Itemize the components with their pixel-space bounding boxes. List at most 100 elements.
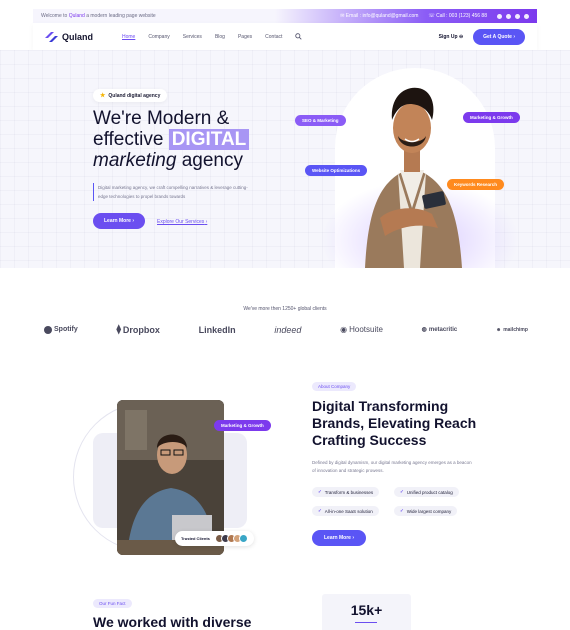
about-description: Defined by digital dynamism, our digital… (312, 460, 472, 473)
hero-badge: ★ Quland digital agency (93, 89, 168, 102)
feature-label: Wide largest company (406, 508, 452, 514)
nav-item-home[interactable]: Home (122, 34, 135, 40)
dropbox-logo: ⧫ Dropbox (116, 324, 159, 335)
client-logos: Spotify ⧫ Dropbox LinkedIn indeed ◉ Hootsu… (44, 324, 528, 335)
metacritic-icon: ◍ (421, 327, 427, 333)
about-title-line2: Brands, Elevating Reach (312, 415, 477, 431)
phone-text: Call : 003 (123) 456 88 (436, 13, 487, 19)
signup-link[interactable]: Sign Up ⊖ (439, 34, 463, 40)
feature-label: Transform & businesses (324, 489, 374, 495)
hero-description: Digital marketing agency, we craft compe… (93, 183, 253, 201)
search-icon[interactable] (295, 33, 302, 40)
website-optimizations-tag: Website Optimizations (305, 165, 368, 176)
twitter-icon[interactable] (506, 13, 511, 19)
hero-learn-more-button[interactable]: Learn More › (93, 213, 146, 229)
spotify-logo: Spotify (44, 325, 78, 334)
feature-label: All-in-one SaaS solution (324, 508, 373, 514)
mailchimp-logo: ☻ mailchimp (496, 327, 528, 333)
indeed-logo: indeed (274, 325, 301, 335)
welcome-brand-link[interactable]: Quland (69, 13, 85, 19)
indeed-text: indeed (274, 324, 302, 335)
linkedin-logo: LinkedIn (199, 325, 236, 335)
mailchimp-icon: ☻ (495, 326, 502, 333)
about-title: Digital Transforming Brands, Elevating R… (312, 398, 476, 449)
phone-contact[interactable]: ☏ Call : 003 (123) 456 88 (428, 13, 487, 19)
about-company-tag: About Company (312, 382, 357, 391)
facebook-icon[interactable] (497, 13, 502, 19)
linkedin-text: LinkedIn (198, 324, 236, 335)
nav-item-company[interactable]: Company (148, 34, 169, 40)
phone-icon: ☏ (428, 13, 435, 19)
trusted-clients-label: Trusted Clients (181, 536, 210, 541)
hero-title: We're Modern & effective DIGITAL marketi… (93, 108, 250, 171)
fun-fact-tag: Our Fun Fact (93, 599, 132, 608)
dropbox-icon: ⧫ (116, 324, 121, 334)
email-text: Email : info@quland@gmail.com (345, 13, 419, 19)
mail-icon: ✉ (340, 13, 345, 19)
hero-person-image (365, 87, 462, 268)
about-learn-label: Learn More (324, 535, 351, 541)
avatar (238, 534, 248, 543)
keywords-research-tag: Keywords Research (447, 179, 505, 190)
clients-title: We've more then 1250+ global clients (243, 306, 327, 312)
about-marketing-growth-tag: Marketing & Growth (214, 420, 271, 431)
check-icon: ✓ (400, 489, 404, 494)
nav-item-contact[interactable]: Contact (265, 34, 282, 40)
welcome-text: Welcome to Quland a modern leading page … (41, 13, 156, 19)
dropbox-text: Dropbox (122, 324, 160, 335)
explore-services-link[interactable]: Explore Our Services › (157, 219, 207, 225)
metacritic-text: metacritic (428, 326, 458, 333)
email-contact[interactable]: ✉ Email : info@quland@gmail.com (340, 13, 418, 19)
nav-item-blog[interactable]: Blog (215, 34, 225, 40)
feature-item: ✓ All-in-one SaaS solution (312, 506, 379, 516)
hero-learn-label: Learn More (104, 218, 131, 224)
about-learn-more-button[interactable]: Learn More › (312, 530, 367, 546)
hero-section: ★ Quland digital agency We're Modern & ef… (0, 50, 570, 268)
metacritic-logo: ◍ metacritic (421, 326, 458, 334)
welcome-prefix: Welcome to (41, 13, 68, 19)
marketing-growth-tag: Marketing & Growth (463, 112, 520, 123)
social-links (497, 13, 529, 19)
nav-menu: Home Company Services Blog Pages Contact (122, 33, 302, 40)
spotify-text: Spotify (54, 326, 78, 333)
check-icon: ✓ (400, 508, 404, 513)
lock-icon: ⊖ (458, 33, 464, 40)
seo-marketing-tag: SEO & Marketing (295, 115, 346, 126)
mailchimp-text: mailchimp (503, 326, 528, 333)
feature-item: ✓ Unified product catalog (394, 487, 459, 497)
about-title-line3: Crafting Success (312, 432, 427, 448)
star-icon: ★ (100, 93, 106, 99)
feature-label: Unified product catalog (406, 489, 453, 495)
hootsuite-logo: ◉ Hootsuite (340, 325, 383, 334)
client-avatars (214, 534, 248, 543)
hero-title-marketing: marketing (93, 150, 177, 171)
hero-title-effective: effective (93, 129, 164, 150)
trusted-clients-badge: Trusted Clients (175, 531, 254, 546)
stat-card: 15k+ (322, 594, 411, 630)
get-quote-button[interactable]: Get A Quote › (473, 28, 525, 45)
stat-number: 15k+ (350, 602, 383, 618)
check-icon: ✓ (318, 489, 322, 494)
nav-item-services[interactable]: Services (183, 34, 202, 40)
hootsuite-text: Hootsuite (349, 325, 383, 334)
logo-text: Quland (62, 31, 93, 42)
check-icon: ✓ (318, 508, 322, 513)
top-bar: Welcome to Quland a modern leading page … (33, 9, 537, 23)
explore-label: Explore Our Services (157, 219, 205, 225)
logo-icon (45, 31, 58, 42)
stat-underline (355, 622, 377, 623)
fun-fact-title: We worked with diverse (93, 614, 252, 630)
dribbble-icon[interactable] (524, 13, 529, 19)
about-title-line1: Digital Transforming (312, 398, 449, 414)
logo[interactable]: Quland (45, 31, 93, 42)
welcome-suffix: a modern leading page website (86, 13, 156, 19)
hero-title-line1: We're Modern & (93, 108, 230, 129)
hero-title-agency: agency (181, 150, 243, 171)
nav-item-pages[interactable]: Pages (238, 34, 252, 40)
get-quote-label: Get A Quote (483, 33, 512, 40)
hero-badge-text: Quland digital agency (108, 92, 161, 99)
signup-label: Sign Up (438, 33, 458, 40)
main-navigation: Quland Home Company Services Blog Pages … (33, 23, 537, 50)
spotify-icon (44, 325, 52, 334)
instagram-icon[interactable] (515, 13, 520, 19)
